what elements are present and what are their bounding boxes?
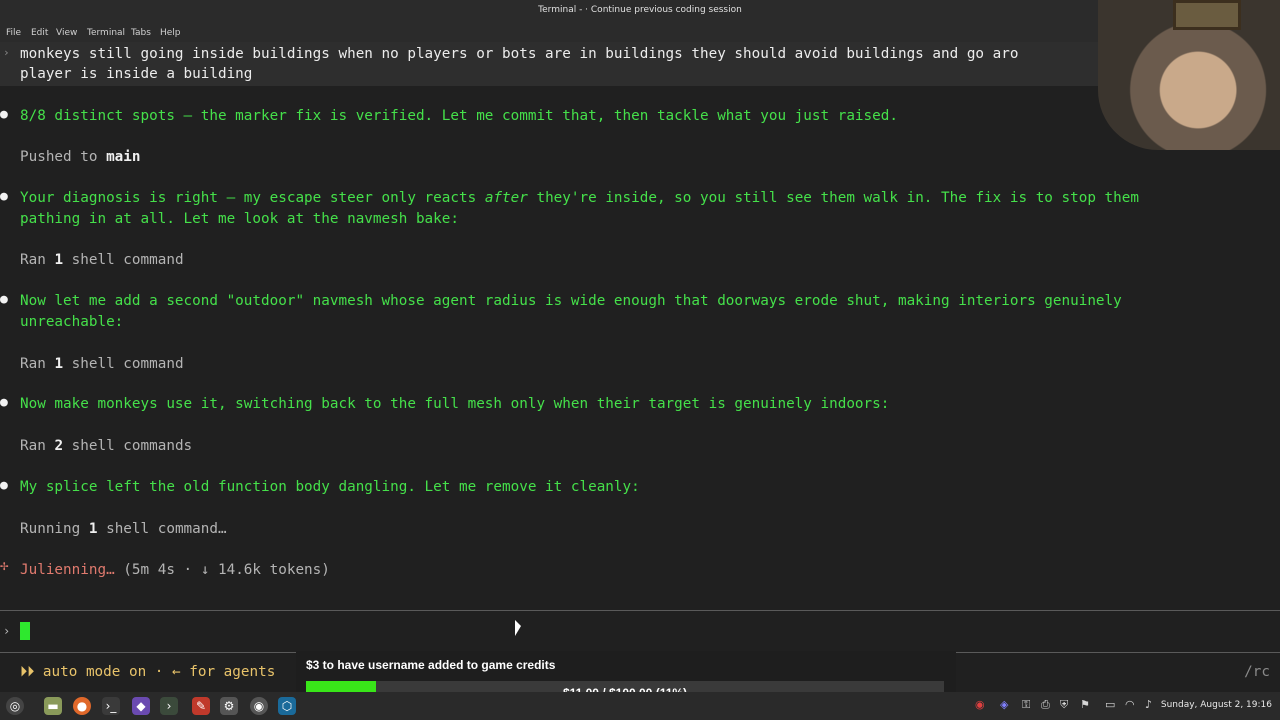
donation-label: $3 to have username added to game credit… [306,658,556,672]
input-divider-top [0,610,1280,611]
auto-mode-status: ⏵⏵ auto mode on · ← for agents [20,664,276,680]
push-status: Pushed to main [20,149,141,165]
webcam-overlay [1098,0,1280,150]
status-spinner: Julienning… (5m 4s · ↓ 14.6k tokens) [20,562,330,578]
menu-edit[interactable]: Edit [31,28,48,38]
assistant-message: My splice left the old function body dan… [20,479,640,495]
start-menu-icon[interactable]: ◎ [6,697,24,715]
window-title: Terminal - · Continue previous coding se… [538,5,742,15]
clock[interactable]: Sunday, August 2, 19:16 [1161,700,1272,710]
terminal-icon[interactable]: ›_ [102,697,120,715]
security-tray-icon[interactable]: ⚿ [1022,698,1030,712]
tool-call-running[interactable]: Running 1 shell command… [20,519,227,539]
shield-tray-icon[interactable]: ⛨ [1060,698,1068,712]
bullet-icon: ● [0,395,8,410]
user-prompt-line-2: player is inside a building [20,66,253,82]
discord-tray-icon[interactable]: ◈ [1000,698,1008,711]
assistant-message: 8/8 distinct spots — the marker fix is v… [20,108,898,124]
mouse-pointer-icon [515,620,521,636]
menu-bar: File Edit View Terminal Tabs Help [0,24,1280,42]
bullet-icon: ● [0,189,8,204]
assistant-message-continued: unreachable: [20,314,124,330]
picture-frame [1173,0,1241,30]
assistant-message: Now make monkeys use it, switching back … [20,396,890,412]
bullet-icon: ● [0,107,8,122]
assistant-message: Your diagnosis is right — my escape stee… [20,190,1139,206]
tool-call-summary[interactable]: Ran 2 shell commands [20,436,192,456]
firefox-icon[interactable]: ● [73,697,91,715]
window-titlebar: Terminal - · Continue previous coding se… [0,0,1280,24]
editor-icon[interactable]: ✎ [192,697,210,715]
rc-label: /rc [1244,664,1270,680]
bullet-icon: ● [0,478,8,493]
terminal-output[interactable]: › monkeys still going inside buildings w… [0,42,1280,692]
taskbar: ◎ ▬ ● ›_ ◆ › ✎ ⚙ ◉ ⬡ ◉ ◈ ⚿ ⎙ ⛨ ⚑ ▭ ◠ ♪ S… [0,692,1280,720]
update-tray-icon[interactable]: ⎙ [1041,698,1050,712]
menu-terminal[interactable]: Terminal [87,28,125,38]
user-prompt-block: › monkeys still going inside buildings w… [0,42,1280,86]
prompt-caret-icon: › [3,46,10,59]
spinner-icon: ✢ [0,558,9,574]
active-terminal-icon[interactable]: › [160,697,178,715]
display-tray-icon[interactable]: ▭ [1105,698,1115,711]
menu-tabs[interactable]: Tabs [131,28,151,38]
menu-help[interactable]: Help [160,28,181,38]
menu-view[interactable]: View [56,28,77,38]
record-tray-icon[interactable]: ◉ [975,698,985,711]
notifications-tray-icon[interactable]: ⚑ [1080,698,1090,711]
assistant-message-continued: pathing in at all. Let me look at the na… [20,211,459,227]
app-icon[interactable]: ⬡ [278,697,296,715]
input-caret-icon: › [3,624,11,638]
file-manager-icon[interactable]: ▬ [44,697,62,715]
assistant-message: Now let me add a second "outdoor" navmes… [20,293,1122,309]
bullet-icon: ● [0,292,8,307]
app-icon[interactable]: ◆ [132,697,150,715]
input-cursor[interactable] [20,622,30,640]
volume-tray-icon[interactable]: ♪ [1145,698,1152,711]
user-prompt-line-1: monkeys still going inside buildings whe… [20,46,1019,62]
network-tray-icon[interactable]: ◠ [1125,698,1135,711]
settings-icon[interactable]: ⚙ [220,697,238,715]
branch-name: main [106,149,141,165]
tool-call-summary[interactable]: Ran 1 shell command [20,354,184,374]
tool-call-summary[interactable]: Ran 1 shell command [20,250,184,270]
obs-icon[interactable]: ◉ [250,697,268,715]
menu-file[interactable]: File [6,28,21,38]
